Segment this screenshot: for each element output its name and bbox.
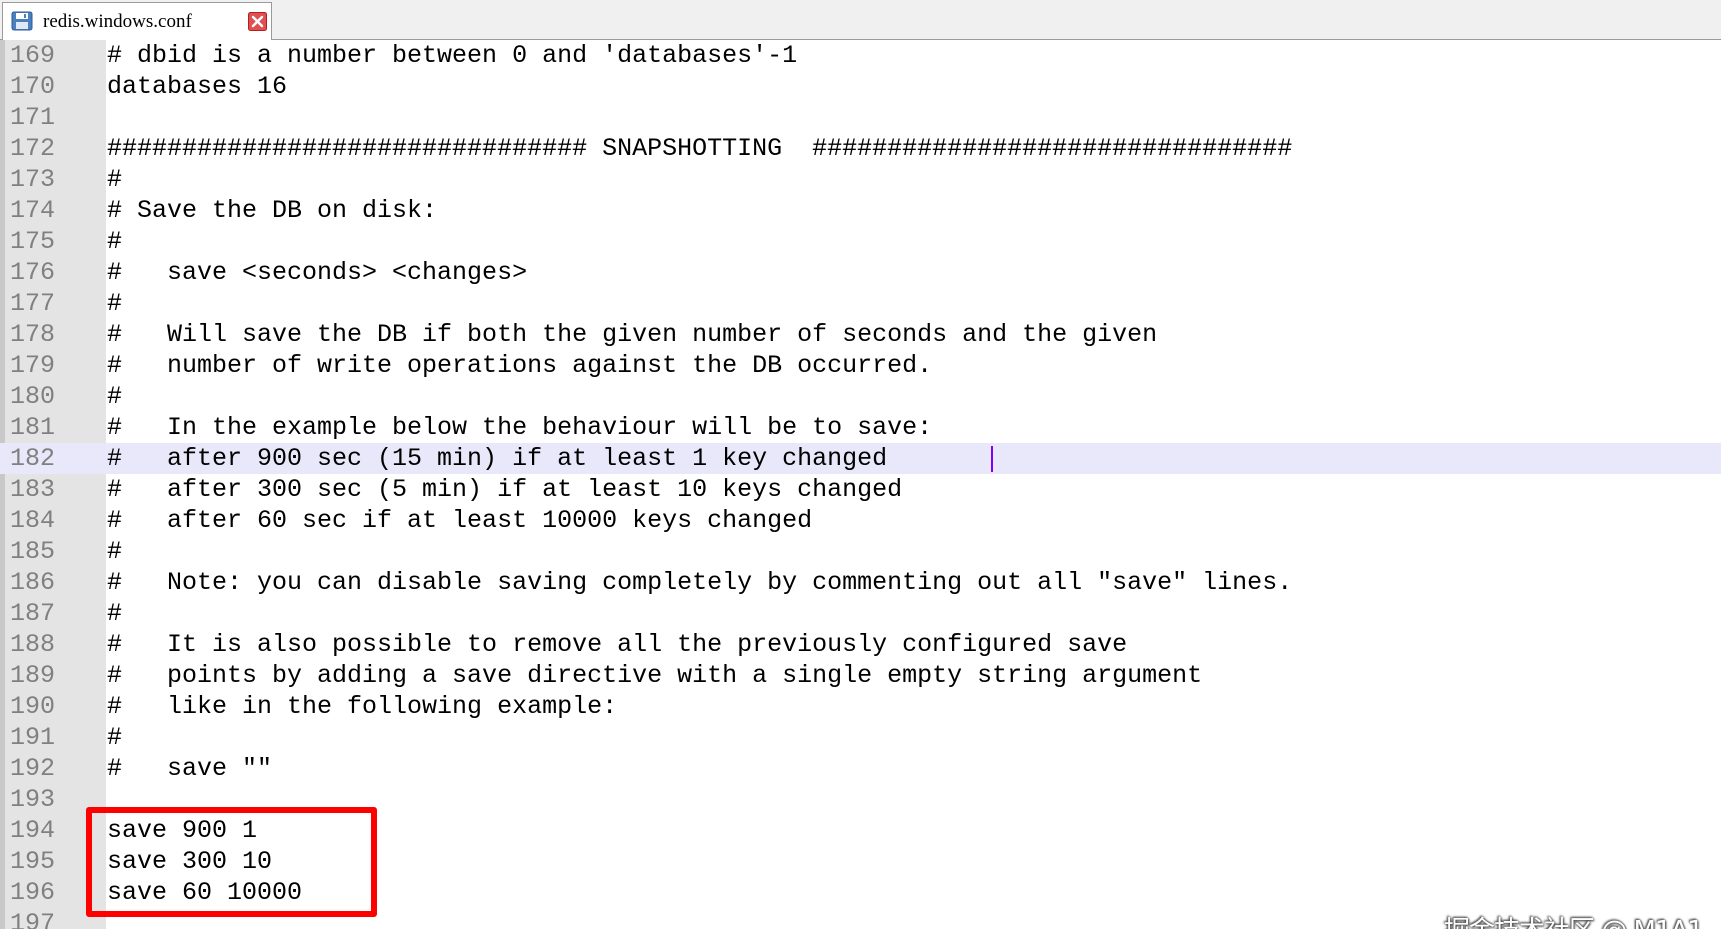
text-caret [991, 446, 993, 472]
code-line[interactable]: 185 # [0, 536, 1721, 567]
line-number: 170 [10, 72, 56, 101]
code-line[interactable]: 181 # In the example below the behaviour … [0, 412, 1721, 443]
code-line[interactable]: 188 # It is also possible to remove all t… [0, 629, 1721, 660]
code-line[interactable]: 189 # points by adding a save directive w… [0, 660, 1721, 691]
line-number: 176 [10, 258, 56, 287]
line-number: 192 [10, 754, 56, 783]
line-text[interactable]: # dbid is a number between 0 and 'databa… [107, 40, 797, 71]
code-line[interactable]: 178 # Will save the DB if both the given … [0, 319, 1721, 350]
code-line[interactable]: 174 # Save the DB on disk: [0, 195, 1721, 226]
editor-pane[interactable]: 169 # dbid is a number between 0 and 'dat… [0, 40, 1721, 929]
code-line[interactable]: 192 # save "" [0, 753, 1721, 784]
code-line[interactable]: 187 # [0, 598, 1721, 629]
line-text[interactable]: # save <seconds> <changes> [107, 257, 527, 288]
line-text[interactable]: # number of write operations against the… [107, 350, 932, 381]
line-number: 189 [10, 661, 56, 690]
code-line[interactable]: 176 # save <seconds> <changes> [0, 257, 1721, 288]
line-number: 178 [10, 320, 56, 349]
line-number: 191 [10, 723, 56, 752]
code-line[interactable]: 183 # after 300 sec (5 min) if at least 1… [0, 474, 1721, 505]
line-text[interactable]: # Note: you can disable saving completel… [107, 567, 1292, 598]
save-disk-icon [11, 11, 33, 31]
code-line[interactable]: 172 ################################ SNAP… [0, 133, 1721, 164]
line-text[interactable]: # Save the DB on disk: [107, 195, 437, 226]
line-number: 171 [10, 103, 56, 132]
line-number: 172 [10, 134, 56, 163]
code-line[interactable]: 179 # number of write operations against … [0, 350, 1721, 381]
line-text[interactable]: # [107, 536, 122, 567]
tab-redis-windows-conf[interactable]: redis.windows.conf [2, 2, 272, 40]
line-number: 185 [10, 537, 56, 566]
tab-label: redis.windows.conf [43, 11, 192, 32]
line-number: 179 [10, 351, 56, 380]
line-text[interactable]: ################################ SNAPSHO… [107, 133, 1292, 164]
code-line[interactable]: 182 # after 900 sec (15 min) if at least … [0, 443, 1721, 474]
line-text[interactable]: # [107, 288, 122, 319]
line-number: 182 [10, 444, 56, 473]
line-text[interactable]: # save "" [107, 753, 272, 784]
code-line[interactable]: 171 [0, 102, 1721, 133]
code-line[interactable]: 175 # [0, 226, 1721, 257]
code-line[interactable]: 177 # [0, 288, 1721, 319]
line-text[interactable]: # points by adding a save directive with… [107, 660, 1202, 691]
line-number: 187 [10, 599, 56, 628]
line-text[interactable]: # In the example below the behaviour wil… [107, 412, 932, 443]
line-text[interactable]: # like in the following example: [107, 691, 617, 722]
line-number: 181 [10, 413, 56, 442]
line-number: 183 [10, 475, 56, 504]
line-number: 186 [10, 568, 56, 597]
line-number: 169 [10, 41, 56, 70]
code-line[interactable]: 169 # dbid is a number between 0 and 'dat… [0, 40, 1721, 71]
line-text[interactable]: # [107, 164, 122, 195]
line-number: 188 [10, 630, 56, 659]
line-text[interactable]: # [107, 226, 122, 257]
line-text[interactable]: # after 60 sec if at least 10000 keys ch… [107, 505, 812, 536]
line-number: 184 [10, 506, 56, 535]
line-number: 177 [10, 289, 56, 318]
code-line[interactable]: 186 # Note: you can disable saving comple… [0, 567, 1721, 598]
line-text[interactable]: # Will save the DB if both the given num… [107, 319, 1157, 350]
watermark: 掘金技术社区 @ M1A1 [1444, 910, 1704, 929]
close-icon[interactable] [248, 12, 267, 31]
line-number: 175 [10, 227, 56, 256]
line-text[interactable]: # after 300 sec (5 min) if at least 10 k… [107, 474, 902, 505]
line-number: 173 [10, 165, 56, 194]
code-line[interactable]: 184 # after 60 sec if at least 10000 keys… [0, 505, 1721, 536]
line-number: 180 [10, 382, 56, 411]
code-line[interactable]: 191 # [0, 722, 1721, 753]
line-text[interactable]: # [107, 722, 122, 753]
tab-bar: redis.windows.conf [0, 0, 1721, 40]
line-text[interactable]: databases 16 [107, 71, 287, 102]
line-number: 190 [10, 692, 56, 721]
line-text[interactable]: # after 900 sec (15 min) if at least 1 k… [107, 443, 887, 474]
code-line[interactable]: 170 databases 16 [0, 71, 1721, 102]
line-text[interactable]: # It is also possible to remove all the … [107, 629, 1127, 660]
save-settings-highlight-box [86, 807, 377, 917]
line-text[interactable]: # [107, 598, 122, 629]
code-line[interactable]: 190 # like in the following example: [0, 691, 1721, 722]
code-lines: 169 # dbid is a number between 0 and 'dat… [0, 40, 1721, 929]
line-number: 174 [10, 196, 56, 225]
code-line[interactable]: 173 # [0, 164, 1721, 195]
line-text[interactable]: # [107, 381, 122, 412]
code-line[interactable]: 180 # [0, 381, 1721, 412]
